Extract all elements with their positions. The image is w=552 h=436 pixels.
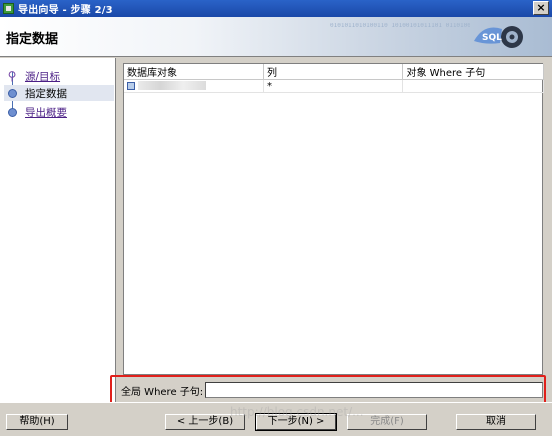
redacted-object-name xyxy=(138,80,206,90)
wizard-banner: 指定数据 0101011010100110 10100101011101 011… xyxy=(0,17,552,57)
help-button[interactable]: 帮助(H) xyxy=(6,414,68,430)
step-export-summary[interactable]: 导出概要 xyxy=(4,104,114,120)
step-dot-icon xyxy=(8,88,17,98)
cancel-button[interactable]: 取消 xyxy=(456,414,536,430)
global-where-input[interactable] xyxy=(205,382,543,398)
title-bar: 导出向导 - 步骤 2/3 × xyxy=(0,0,552,17)
global-where-row: 全局 Where 子句: xyxy=(117,380,552,400)
step-source-target[interactable]: ⚲ 源/目标 xyxy=(4,68,114,84)
table-icon xyxy=(127,81,135,90)
close-button[interactable]: × xyxy=(533,1,549,15)
column-header-columns[interactable]: 列 xyxy=(263,64,404,80)
step-label: 导出概要 xyxy=(25,106,67,119)
step-label: 指定数据 xyxy=(25,87,67,100)
sql-logo-icon: SQL xyxy=(474,26,523,48)
cell-object[interactable] xyxy=(124,79,264,93)
column-header-object[interactable]: 数据库对象 xyxy=(124,64,264,80)
step-specify-data[interactable]: 指定数据 xyxy=(4,85,114,101)
global-where-label: 全局 Where 子句: xyxy=(121,386,204,398)
page-title: 指定数据 xyxy=(6,32,59,47)
person-icon: ⚲ xyxy=(7,69,17,83)
wizard-steps-sidebar: ⚲ 源/目标 指定数据 导出概要 xyxy=(0,58,116,402)
column-header-where[interactable]: 对象 Where 子句 xyxy=(402,64,544,80)
banner-binary-decoration: 0101011010100110 10100101011101 01101001… xyxy=(330,23,470,29)
table-row[interactable]: * xyxy=(124,79,544,93)
main-content: 数据库对象 列 对象 Where 子句 * 全局 Where 子句: xyxy=(117,58,552,402)
cell-columns[interactable]: * xyxy=(263,79,404,93)
logo-text: SQL xyxy=(482,33,502,43)
grid-header-row: 数据库对象 列 对象 Where 子句 xyxy=(124,64,544,80)
window-title: 导出向导 - 步骤 2/3 xyxy=(18,5,113,16)
cell-where[interactable] xyxy=(402,79,544,93)
watermark: http://blog.csdn.net/... xyxy=(230,405,364,419)
data-grid[interactable]: 数据库对象 列 对象 Where 子句 * xyxy=(123,63,544,375)
step-dot-icon xyxy=(8,107,17,117)
app-icon xyxy=(3,3,14,14)
step-label: 源/目标 xyxy=(25,70,61,83)
